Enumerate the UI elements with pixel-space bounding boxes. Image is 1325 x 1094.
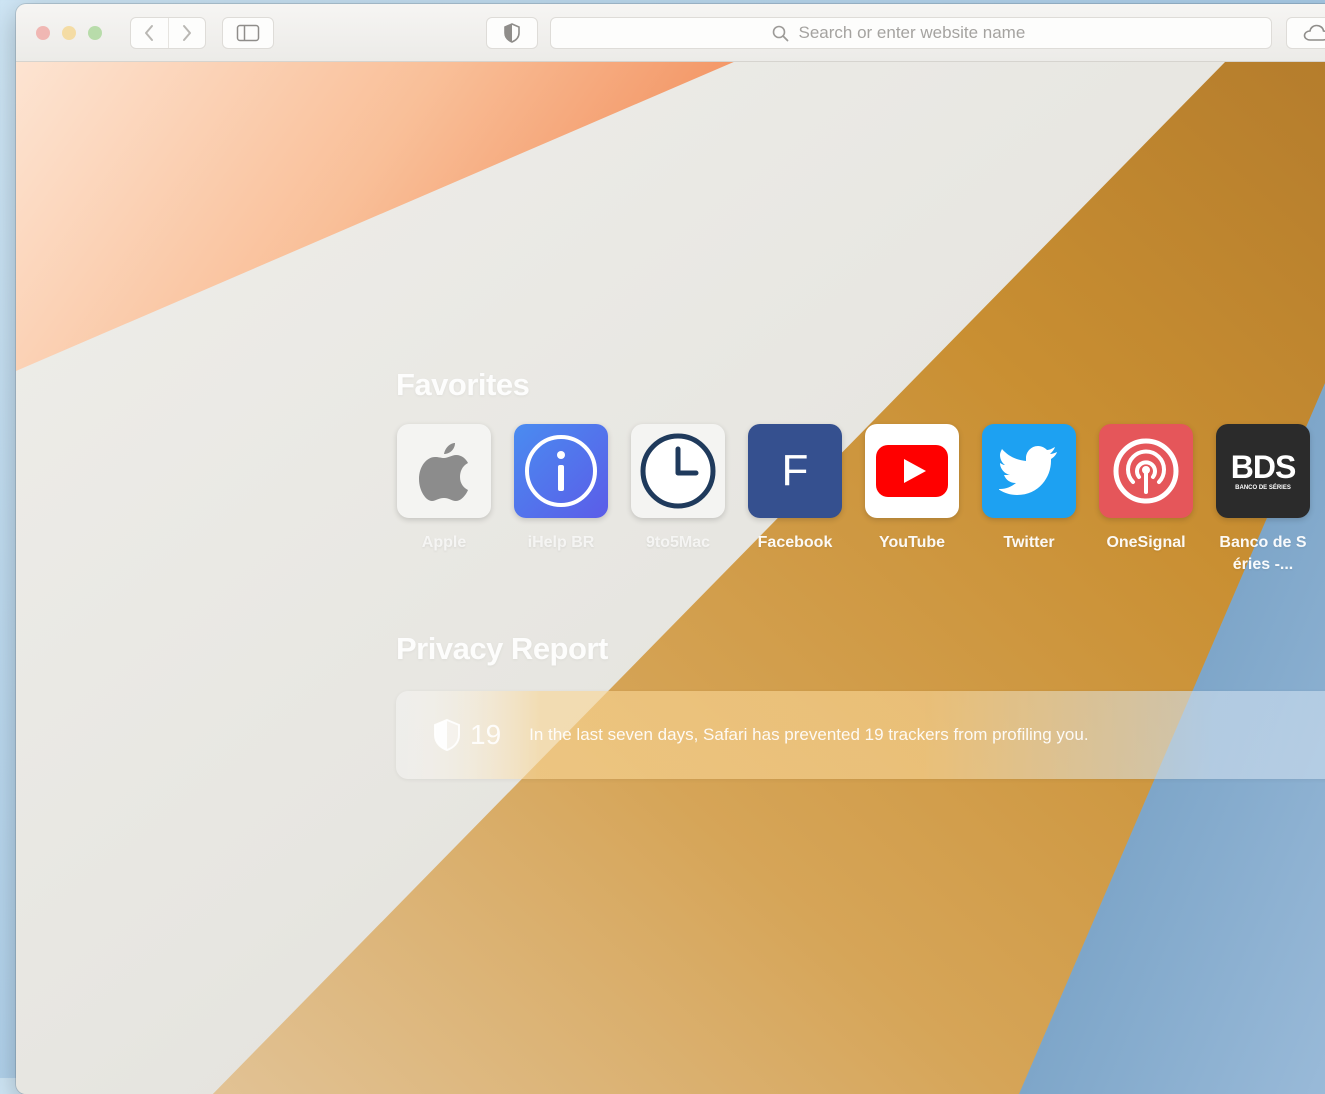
favorite-label: 9to5Mac — [645, 534, 711, 551]
privacy-report-message: In the last seven days, Safari has preve… — [529, 725, 1089, 744]
tracker-count: 19 — [470, 719, 502, 750]
favorite-label: OneSignal — [1106, 534, 1186, 551]
favorite-label: Facebook — [757, 534, 833, 551]
wallpaper — [16, 61, 1325, 1094]
forward-button[interactable] — [167, 18, 206, 48]
favorite-label: Banco de Séries -... — [1219, 534, 1307, 573]
facebook-letter-icon: F — [781, 446, 809, 495]
clock-icon — [640, 433, 716, 509]
favorite-9to5mac[interactable]: 9to5Mac — [630, 424, 726, 554]
favorite-label: iHelp BR — [527, 534, 595, 551]
icloud-tabs-button[interactable] — [1286, 17, 1325, 49]
shield-icon — [504, 23, 520, 43]
youtube-play-icon — [876, 445, 948, 497]
address-bar[interactable] — [550, 17, 1272, 49]
chevron-left-icon — [145, 25, 154, 41]
info-icon — [525, 435, 597, 507]
sidebar-icon — [236, 24, 260, 42]
bds-logo-subtext: BANCO DE SÉRIES — [1235, 485, 1291, 491]
search-input[interactable] — [796, 22, 1051, 44]
favorite-label: Apple — [421, 534, 467, 551]
apple-logo-icon — [419, 443, 468, 501]
favorites-heading: Favorites — [396, 367, 530, 402]
toolbar — [16, 4, 1325, 62]
chevron-right-icon — [182, 25, 191, 41]
cloud-icon — [1303, 24, 1325, 41]
favorite-label: YouTube — [878, 534, 946, 551]
zoom-window-button[interactable] — [88, 26, 102, 40]
favorite-youtube[interactable]: YouTube — [864, 424, 960, 554]
minimize-window-button[interactable] — [62, 26, 76, 40]
sidebar-toggle-button[interactable] — [222, 17, 274, 49]
close-window-button[interactable] — [36, 26, 50, 40]
back-button[interactable] — [131, 18, 168, 48]
favorite-banco-de-series[interactable]: BDS BANCO DE SÉRIES Banco de Séries -... — [1215, 424, 1311, 576]
favorite-facebook[interactable]: F Facebook — [747, 424, 843, 554]
favorite-label: Twitter — [1003, 534, 1055, 551]
favorite-apple[interactable]: Apple — [396, 424, 492, 554]
shield-icon — [434, 718, 460, 752]
navigation-buttons — [130, 17, 206, 49]
search-icon — [772, 25, 788, 41]
broadcast-icon — [1113, 438, 1179, 504]
start-page: Favorites Apple iHelp BR 9to5Mac F Faceb… — [16, 61, 1325, 1094]
bds-logo-icon: BDS — [1230, 449, 1297, 485]
privacy-report-card[interactable]: 19 In the last seven days, Safari has pr… — [396, 691, 1325, 779]
twitter-bird-icon — [999, 446, 1057, 495]
privacy-report-heading: Privacy Report — [396, 631, 608, 666]
privacy-report-button[interactable] — [486, 17, 538, 49]
safari-window: Favorites Apple — [16, 4, 1325, 1094]
favorite-ihelp-br[interactable]: iHelp BR — [513, 424, 609, 554]
favorite-onesignal[interactable]: OneSignal — [1098, 424, 1194, 554]
favorite-twitter[interactable]: Twitter — [981, 424, 1077, 554]
